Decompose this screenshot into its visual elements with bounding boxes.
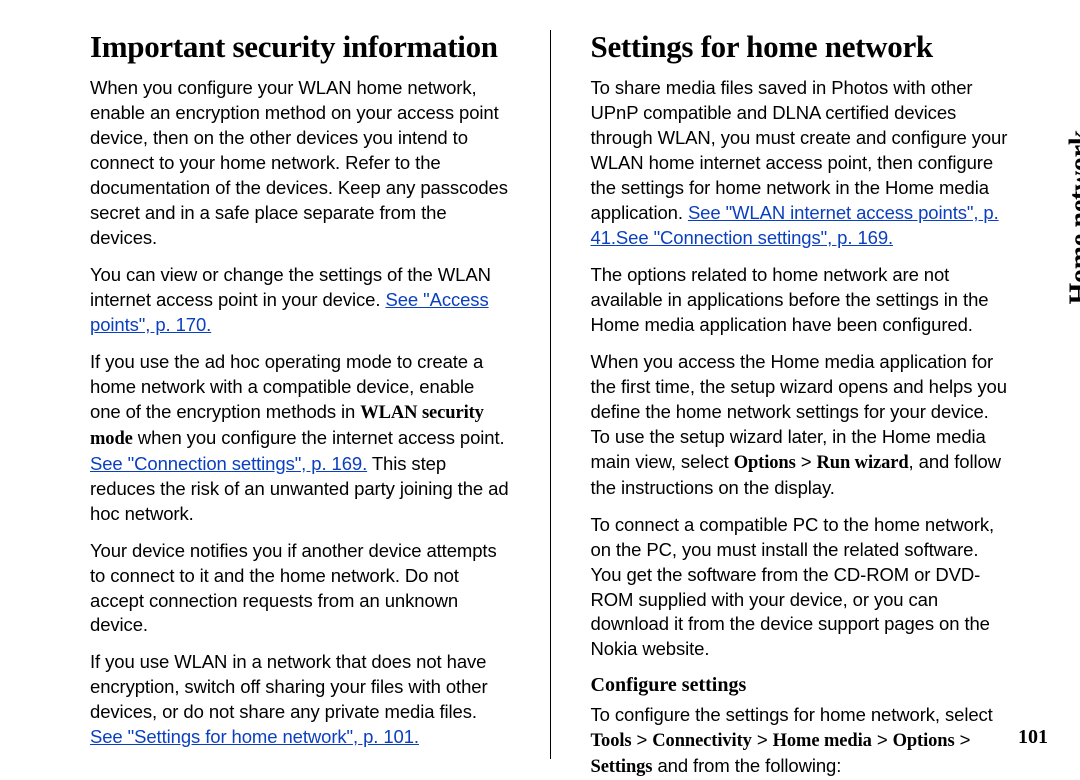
- side-section-title: Home network: [1064, 130, 1080, 304]
- side-title-text: Home network: [1064, 130, 1080, 304]
- sep3: >: [752, 729, 773, 750]
- bold-options: Options: [734, 453, 796, 473]
- settings-para-2: The options related to home network are …: [591, 263, 1011, 338]
- security-para-1: When you configure your WLAN home networ…: [90, 76, 510, 251]
- bold-run-wizard: Run wizard: [817, 453, 909, 473]
- nav-options: Options: [893, 731, 955, 751]
- content-columns: Important security information When you …: [90, 30, 1010, 759]
- right-column: Settings for home network To share media…: [591, 30, 1011, 759]
- rp5-text-a: To configure the settings for home netwo…: [591, 704, 993, 725]
- sep5: >: [955, 729, 971, 750]
- settings-para-5: To configure the settings for home netwo…: [591, 703, 1011, 780]
- sep2: >: [631, 729, 652, 750]
- nav-tools: Tools: [591, 731, 632, 751]
- settings-para-1: To share media files saved in Photos wit…: [591, 76, 1011, 251]
- manual-page: Home network 101 Important security info…: [0, 0, 1080, 779]
- security-para-3: If you use the ad hoc operating mode to …: [90, 350, 510, 527]
- security-para-4: Your device notifies you if another devi…: [90, 539, 510, 639]
- nav-settings: Settings: [591, 757, 653, 777]
- settings-para-3: When you access the Home media applicati…: [591, 350, 1011, 501]
- settings-para-4: To connect a compatible PC to the home n…: [591, 513, 1011, 663]
- nav-connectivity: Connectivity: [652, 731, 752, 751]
- sep1: >: [796, 451, 817, 472]
- page-number: 101: [1018, 726, 1048, 749]
- para3-text-b: when you configure the internet access p…: [133, 427, 505, 448]
- nav-home-media: Home media: [773, 731, 872, 751]
- para5-text-a: If you use WLAN in a network that does n…: [90, 651, 488, 722]
- sep4: >: [872, 729, 893, 750]
- left-column: Important security information When you …: [90, 30, 510, 759]
- security-para-2: You can view or change the settings of t…: [90, 263, 510, 338]
- link-settings-home-network[interactable]: See "Settings for home network", p. 101.: [90, 726, 419, 747]
- security-para-5: If you use WLAN in a network that does n…: [90, 650, 510, 750]
- subheading-configure: Configure settings: [591, 674, 1011, 697]
- heading-security-info: Important security information: [90, 30, 510, 64]
- heading-settings-home: Settings for home network: [591, 30, 1011, 64]
- link-connection-settings[interactable]: See "Connection settings", p. 169.: [90, 453, 367, 474]
- column-divider: [550, 30, 551, 759]
- link-connection-settings-2[interactable]: See "Connection settings", p. 169.: [616, 227, 893, 248]
- rp5-text-b: and from the following:: [652, 755, 841, 776]
